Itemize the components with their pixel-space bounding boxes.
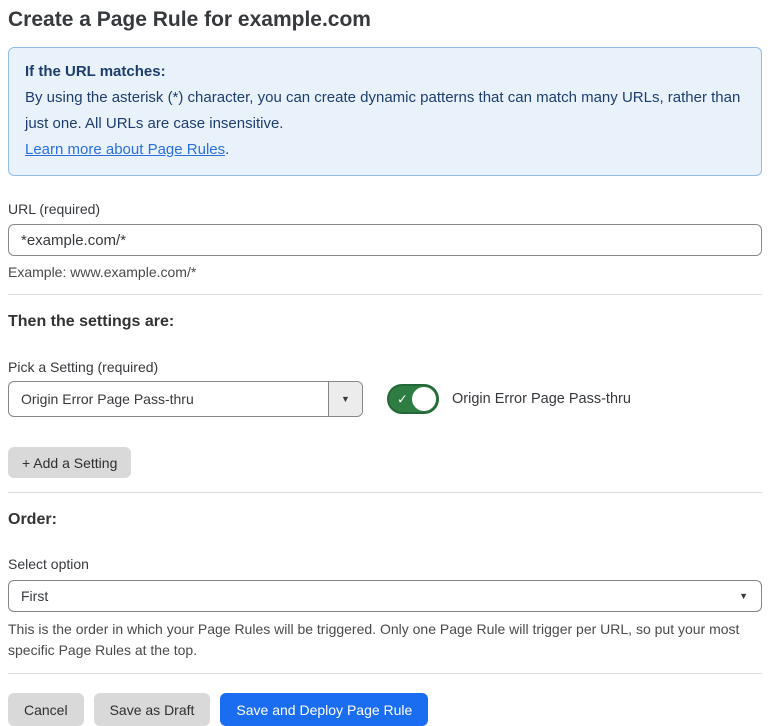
section-divider bbox=[8, 673, 762, 674]
url-label: URL (required) bbox=[8, 201, 101, 217]
toggle-knob bbox=[412, 387, 436, 411]
order-select-label: Select option bbox=[8, 556, 89, 572]
url-match-info-box: If the URL matches: By using the asteris… bbox=[8, 47, 762, 176]
info-box-heading: If the URL matches: bbox=[25, 63, 166, 80]
create-page-rule-form: Create a Page Rule for example.com If th… bbox=[8, 6, 762, 726]
learn-more-link[interactable]: Learn more about Page Rules bbox=[25, 141, 225, 158]
setting-select[interactable]: Origin Error Page Pass-thru ▼ bbox=[8, 381, 363, 417]
order-select[interactable]: First ▼ bbox=[8, 580, 762, 612]
info-box-link-line: Learn more about Page Rules. bbox=[25, 137, 745, 163]
order-help-text: This is the order in which your Page Rul… bbox=[8, 621, 740, 658]
setting-row: Origin Error Page Pass-thru ▼ ✓ Origin E… bbox=[8, 381, 762, 417]
check-icon: ✓ bbox=[397, 391, 408, 407]
url-input[interactable] bbox=[8, 224, 762, 256]
order-select-value: First bbox=[21, 588, 49, 604]
link-suffix-period: . bbox=[225, 141, 230, 158]
info-box-body: By using the asterisk (*) character, you… bbox=[25, 89, 741, 132]
url-example-text: Example: www.example.com/* bbox=[8, 264, 197, 280]
settings-section-heading: Then the settings are: bbox=[8, 313, 175, 330]
page-title: Create a Page Rule for example.com bbox=[8, 8, 371, 31]
setting-select-value: Origin Error Page Pass-thru bbox=[21, 391, 194, 407]
section-divider bbox=[8, 492, 762, 493]
pick-setting-label: Pick a Setting (required) bbox=[8, 359, 159, 375]
setting-toggle-label: Origin Error Page Pass-thru bbox=[452, 391, 631, 407]
chevron-down-icon: ▼ bbox=[739, 590, 748, 601]
order-section-heading: Order: bbox=[8, 511, 57, 528]
setting-select-arrow-button[interactable]: ▼ bbox=[328, 382, 362, 416]
chevron-down-icon: ▼ bbox=[341, 393, 350, 404]
add-setting-button[interactable]: + Add a Setting bbox=[8, 447, 132, 478]
section-divider bbox=[8, 294, 762, 295]
setting-enabled-toggle[interactable]: ✓ bbox=[387, 384, 439, 414]
